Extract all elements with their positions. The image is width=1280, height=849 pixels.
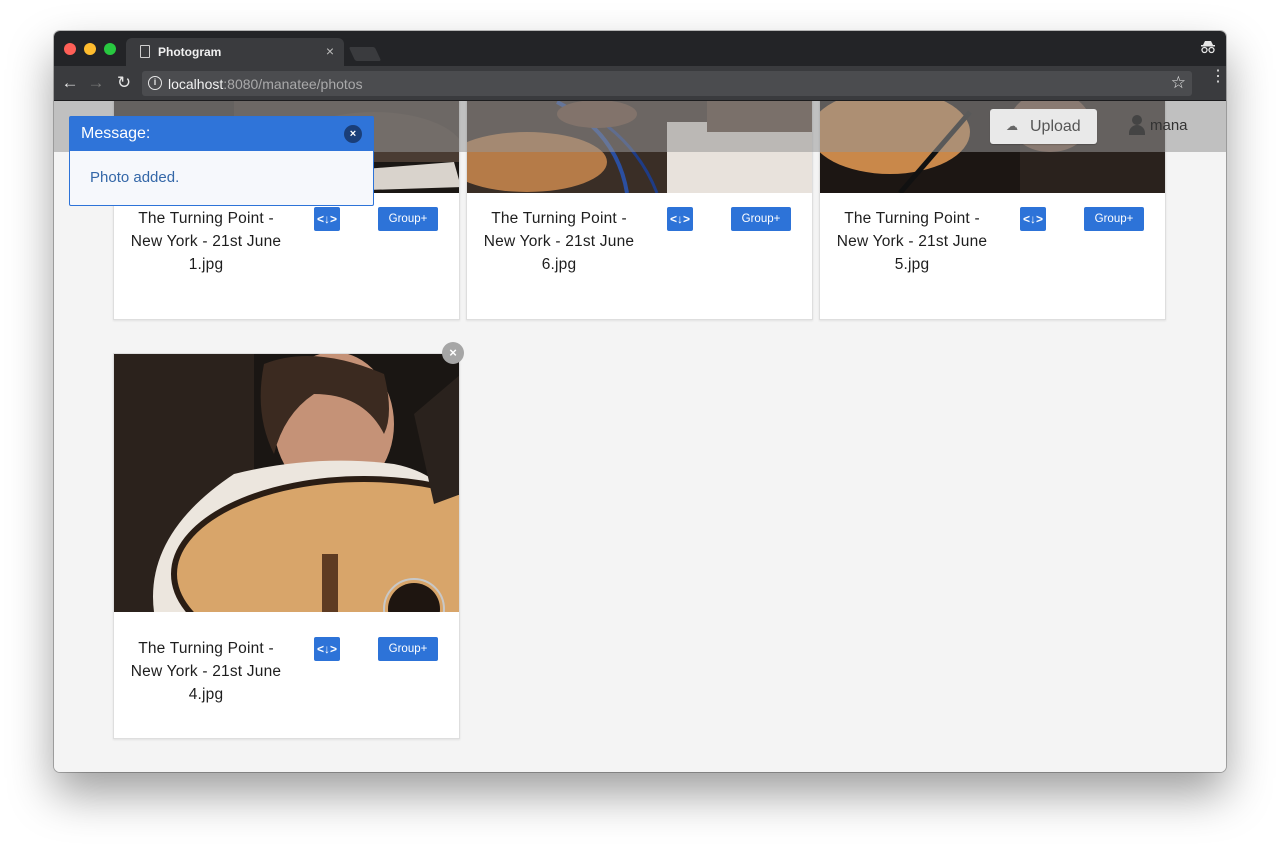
forward-arrow-icon[interactable]: →	[86, 73, 106, 93]
close-window-button[interactable]	[64, 43, 76, 55]
message-title: Message:	[81, 125, 151, 142]
document-icon	[140, 45, 150, 58]
embed-code-button[interactable]: <↓>	[667, 207, 693, 231]
photo-caption: The Turning Point - New York - 21st June…	[836, 210, 988, 273]
embed-code-button[interactable]: <↓>	[1020, 207, 1046, 231]
message-close-icon[interactable]: ×	[344, 125, 362, 143]
tab-bar: Photogram ×	[54, 31, 1226, 66]
reload-icon[interactable]: ↻	[114, 73, 134, 93]
photo-caption: The Turning Point - New York - 21st June…	[483, 210, 635, 273]
bookmark-star-icon[interactable]: ☆	[1171, 73, 1186, 93]
tab-title: Photogram	[158, 45, 222, 59]
maximize-window-button[interactable]	[104, 43, 116, 55]
url-host: localhost	[168, 76, 224, 92]
minimize-window-button[interactable]	[84, 43, 96, 55]
browser-menu-icon[interactable]: ⋮	[1210, 69, 1226, 85]
group-add-button[interactable]: Group+	[1084, 207, 1144, 231]
message-header: Message: ×	[70, 117, 373, 151]
photo-caption: The Turning Point - New York - 21st June…	[130, 210, 282, 273]
user-avatar-icon	[1128, 115, 1146, 135]
tab-photogram[interactable]: Photogram ×	[126, 38, 344, 66]
url-path: :8080/manatee/photos	[223, 76, 363, 92]
address-bar[interactable]: i localhost:8080/manatee/photos ☆	[142, 71, 1192, 96]
upload-label: Upload	[1030, 118, 1081, 135]
message-notification: Message: × Photo added.	[69, 116, 374, 206]
upload-button[interactable]: ☁ Upload	[990, 109, 1097, 144]
incognito-icon	[1200, 40, 1216, 57]
browser-toolbar: ← → ↻ i localhost:8080/manatee/photos ☆ …	[54, 66, 1226, 101]
group-add-button[interactable]: Group+	[378, 207, 438, 231]
tab-close-icon[interactable]: ×	[326, 43, 334, 59]
url-text: localhost:8080/manatee/photos	[168, 76, 363, 92]
user-name: mana	[1150, 117, 1188, 134]
new-tab-button[interactable]	[348, 47, 382, 61]
group-add-button[interactable]: Group+	[378, 637, 438, 661]
photo-card: × The Turning Point - New York - 21st Ju…	[113, 342, 464, 739]
remove-photo-icon[interactable]: ×	[442, 342, 464, 364]
group-add-button[interactable]: Group+	[731, 207, 791, 231]
photo-thumbnail[interactable]	[114, 354, 459, 612]
embed-code-button[interactable]: <↓>	[314, 207, 340, 231]
embed-code-button[interactable]: <↓>	[314, 637, 340, 661]
info-icon[interactable]: i	[148, 76, 162, 90]
browser-window: Photogram × ← → ↻ i localhost:8080/manat…	[54, 31, 1226, 772]
back-arrow-icon[interactable]: ←	[60, 73, 80, 93]
message-body: Photo added.	[90, 169, 180, 186]
cloud-upload-icon: ☁	[1006, 119, 1018, 133]
photo-caption: The Turning Point - New York - 21st June…	[130, 640, 282, 703]
page-content: The Turning Point - New York - 21st June…	[54, 101, 1226, 772]
